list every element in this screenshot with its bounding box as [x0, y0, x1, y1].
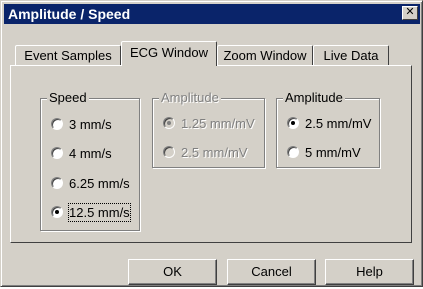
radio-label: 1.25 mm/mV [181, 116, 255, 131]
tab-label: Zoom Window [223, 48, 307, 63]
tab-ecg-window[interactable]: ECG Window [121, 41, 217, 66]
window-title: Amplitude / Speed [8, 6, 131, 22]
speed-group: Speed 3 mm/s 4 mm/s 6.25 mm/s 12.5 mm/s [40, 90, 140, 231]
amplitude-group: Amplitude 2.5 mm/mV 5 mm/mV [276, 90, 380, 168]
amplitude-group-label: Amplitude [283, 90, 345, 106]
radio-button[interactable] [51, 118, 63, 130]
tab-label: Live Data [323, 48, 379, 63]
radio-label: 2.5 mm/mV [181, 145, 248, 160]
radio-button[interactable] [51, 147, 63, 159]
title-bar[interactable]: Amplitude / Speed ✕ [4, 4, 420, 24]
cancel-button[interactable]: Cancel [227, 259, 316, 285]
amplitude-speed-dialog: Amplitude / Speed ✕ Event Samples ECG Wi… [0, 0, 423, 287]
amplitude-disabled-label: Amplitude [159, 90, 221, 106]
radio-label: 5 mm/mV [305, 145, 361, 160]
radio-button [163, 117, 175, 129]
tab-live-data[interactable]: Live Data [313, 45, 389, 66]
tab-event-samples[interactable]: Event Samples [15, 45, 121, 66]
speed-group-label: Speed [47, 90, 89, 106]
tab-label: ECG Window [129, 45, 209, 60]
ok-button[interactable]: OK [128, 259, 217, 285]
ecg-window-panel: Speed 3 mm/s 4 mm/s 6.25 mm/s 12.5 mm/s … [10, 65, 412, 243]
radio-button [163, 146, 175, 158]
amplitude-group-disabled: Amplitude 1.25 mm/mV 2.5 mm/mV [152, 90, 265, 168]
help-button[interactable]: Help [325, 259, 414, 285]
radio-label: 4 mm/s [69, 146, 112, 161]
radio-label: 2.5 mm/mV [305, 116, 372, 131]
radio-button[interactable] [287, 146, 299, 158]
radio-label: 3 mm/s [69, 117, 112, 132]
radio-button[interactable] [51, 206, 63, 218]
radio-button[interactable] [287, 117, 299, 129]
tab-label: Event Samples [24, 48, 112, 63]
tab-zoom-window[interactable]: Zoom Window [217, 45, 313, 66]
radio-button[interactable] [51, 177, 63, 189]
close-icon[interactable]: ✕ [402, 6, 418, 20]
radio-label: 6.25 mm/s [69, 176, 130, 191]
radio-label: 12.5 mm/s [68, 203, 131, 222]
